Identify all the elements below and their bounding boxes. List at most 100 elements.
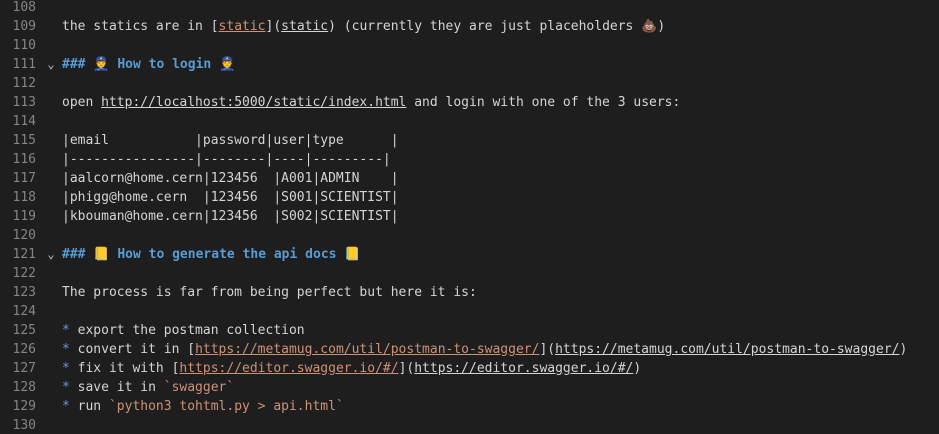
token-link-url[interactable]: https://metamug.com/util/postman-to-swag… (555, 342, 899, 357)
line-number: 110 (12, 38, 36, 53)
token-table-text: |----------------|--------|----|--------… (62, 152, 391, 167)
token-text: ]( (398, 361, 415, 376)
editor-line[interactable]: 128 * save it in `swagger` (0, 378, 939, 397)
token-plain-link[interactable]: http://localhost:5000/static/index.html (101, 95, 406, 110)
line-content: |aalcorn@home.cern|123456 |A001|ADMIN | (62, 169, 399, 188)
token-link-text[interactable]: https://editor.swagger.io/#/ (179, 361, 398, 376)
line-content: ### 📒 How to generate the api docs 📒 (62, 245, 360, 264)
editor-line[interactable]: 125 * export the postman collection (0, 321, 939, 340)
token-bullet: * (62, 323, 78, 338)
token-heading: ### 👮 How to login 👮 (62, 57, 236, 72)
token-table-text: |email |password|user|type | (62, 133, 399, 148)
editor-line[interactable]: 110 (0, 36, 939, 55)
line-content: |----------------|--------|----|--------… (62, 150, 391, 169)
editor-line[interactable]: 115 |email |password|user|type | (0, 131, 939, 150)
editor-line[interactable]: 130 (0, 416, 939, 434)
token-table-text: |kbouman@home.cern|123456 |S002|SCIENTIS… (62, 209, 399, 224)
editor-line[interactable]: 120 (0, 226, 939, 245)
token-text: ) (633, 361, 642, 376)
editor-line[interactable]: 114 (0, 112, 939, 131)
line-content: * save it in `swagger` (62, 378, 234, 397)
token-text: save it in (77, 380, 164, 395)
token-text: open (62, 95, 102, 110)
editor-line[interactable]: 119 |kbouman@home.cern|123456 |S002|SCIEN… (0, 207, 939, 226)
line-content: * run `python3 tohtml.py > api.html` (62, 397, 344, 416)
token-text: export the postman collection (77, 323, 305, 338)
token-bullet: * (62, 342, 78, 357)
token-inline-code: `swagger` (163, 380, 235, 395)
editor-line[interactable]: 111 ⌄ ### 👮 How to login 👮 (0, 55, 939, 74)
token-link-url[interactable]: https://editor.swagger.io/#/ (414, 361, 633, 376)
token-table-text: |phigg@home.cern |123456 |S001|SCIENTIST… (62, 190, 399, 205)
code-editor[interactable]: 108 109 the statics are in [static](static… (0, 0, 939, 434)
line-number: 117 (12, 171, 36, 186)
token-heading: ### 📒 How to generate the api docs 📒 (62, 247, 361, 262)
line-number: 123 (12, 285, 36, 300)
token-text: run (77, 399, 109, 414)
editor-line[interactable]: 127 * fix it with [https://editor.swagger… (0, 359, 939, 378)
editor-line[interactable]: 113 open http://localhost:5000/static/ind… (0, 93, 939, 112)
line-number: 109 (12, 19, 36, 34)
token-link-url[interactable]: static (281, 19, 328, 34)
line-number: 115 (12, 133, 36, 148)
editor-line[interactable]: 112 (0, 74, 939, 93)
line-content: |phigg@home.cern |123456 |S001|SCIENTIST… (62, 188, 399, 207)
line-content: * fix it with [https://editor.swagger.io… (62, 359, 641, 378)
editor-line[interactable]: 122 (0, 264, 939, 283)
line-number: 121 (12, 247, 36, 262)
line-content: open http://localhost:5000/static/index.… (62, 93, 680, 112)
line-number: 116 (12, 152, 36, 167)
editor-line[interactable]: 129 * run `python3 tohtml.py > api.html` (0, 397, 939, 416)
fold-chevron-icon[interactable]: ⌄ (44, 55, 58, 74)
editor-line[interactable]: 117 |aalcorn@home.cern|123456 |A001|ADMIN… (0, 169, 939, 188)
line-number: 118 (12, 190, 36, 205)
editor-line[interactable]: 121 ⌄ ### 📒 How to generate the api docs 📒 (0, 245, 939, 264)
line-content: * convert it in [https://metamug.com/uti… (62, 340, 907, 359)
line-number: 108 (12, 0, 36, 15)
line-number: 114 (12, 114, 36, 129)
token-text: The process is far from being perfect bu… (62, 285, 477, 300)
token-bullet: * (62, 399, 78, 414)
line-number: 125 (12, 323, 36, 338)
editor-line[interactable]: 108 (0, 0, 939, 17)
editor-line[interactable]: 123 The process is far from being perfect… (0, 283, 939, 302)
line-content: The process is far from being perfect bu… (62, 283, 477, 302)
token-text: ) (currently they are just placeholders … (328, 19, 666, 34)
token-text: fix it with [ (77, 361, 180, 376)
editor-line[interactable]: 126 * convert it in [https://metamug.com/… (0, 340, 939, 359)
editor-line[interactable]: 109 the statics are in [static](static) (… (0, 17, 939, 36)
line-content: ### 👮 How to login 👮 (62, 55, 235, 74)
fold-chevron-icon[interactable]: ⌄ (44, 245, 58, 264)
line-content: the statics are in [static](static) (cur… (62, 17, 665, 36)
line-number: 126 (12, 342, 36, 357)
token-text: ]( (539, 342, 556, 357)
line-number: 122 (12, 266, 36, 281)
token-text: ) (899, 342, 908, 357)
line-number: 124 (12, 304, 36, 319)
line-number: 111 (12, 57, 36, 72)
line-number: 127 (12, 361, 36, 376)
line-number: 130 (12, 418, 36, 433)
line-number: 120 (12, 228, 36, 243)
line-content: |email |password|user|type | (62, 131, 399, 150)
token-table-text: |aalcorn@home.cern|123456 |A001|ADMIN | (62, 171, 399, 186)
token-inline-code: `python3 tohtml.py > api.html` (108, 399, 344, 414)
line-number: 119 (12, 209, 36, 224)
token-bullet: * (62, 380, 78, 395)
line-content: |kbouman@home.cern|123456 |S002|SCIENTIS… (62, 207, 399, 226)
editor-line[interactable]: 124 (0, 302, 939, 321)
token-bullet: * (62, 361, 78, 376)
line-number: 112 (12, 76, 36, 91)
editor-line[interactable]: 118 |phigg@home.cern |123456 |S001|SCIENT… (0, 188, 939, 207)
token-link-text[interactable]: static (219, 19, 266, 34)
line-number: 113 (12, 95, 36, 110)
line-content: * export the postman collection (62, 321, 305, 340)
token-text: the statics are in [ (62, 19, 219, 34)
line-number: 128 (12, 380, 36, 395)
token-link-text[interactable]: https://metamug.com/util/postman-to-swag… (195, 342, 539, 357)
editor-line[interactable]: 116 |----------------|--------|----|-----… (0, 150, 939, 169)
line-number: 129 (12, 399, 36, 414)
token-text: and login with one of the 3 users: (406, 95, 681, 110)
token-text: convert it in [ (77, 342, 196, 357)
token-text: ]( (265, 19, 282, 34)
